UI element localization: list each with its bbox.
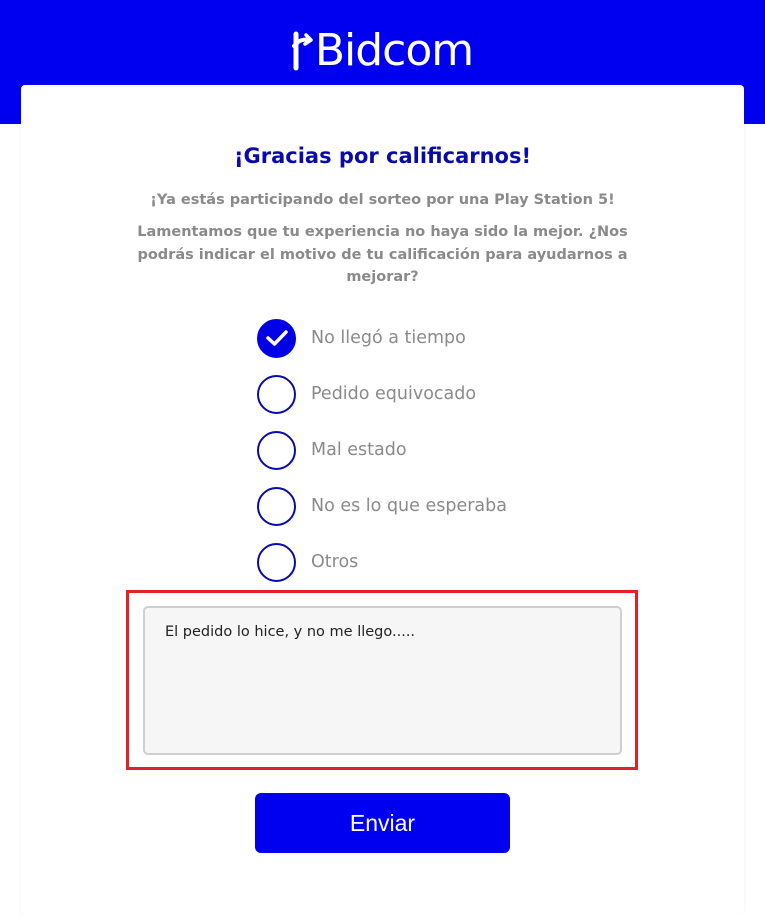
option-no-llego-a-tiempo[interactable]: No llegó a tiempo [257,318,657,358]
logo-text: Bidcom [314,24,474,76]
option-otros[interactable]: Otros [257,542,657,582]
submit-button[interactable]: Enviar [255,793,510,853]
bidcom-logo-mark-icon [291,28,314,72]
radio-checked[interactable] [257,318,296,358]
option-label: Pedido equivocado [311,384,477,404]
raffle-subtitle: ¡Ya estás participando del sorteo por un… [150,192,615,208]
option-no-es-lo-que-esperaba[interactable]: No es lo que esperaba [257,486,657,526]
radio-unchecked[interactable] [257,486,296,526]
radio-unchecked[interactable] [257,374,296,414]
radio-unchecked[interactable] [257,542,296,582]
radio-unchecked[interactable] [257,430,296,470]
check-icon [265,330,288,346]
comment-textarea[interactable]: El pedido lo hice, y no me llego..... [143,606,622,755]
option-mal-estado[interactable]: Mal estado [257,430,657,470]
reason-question: Lamentamos que tu experiencia no haya si… [137,224,628,285]
option-label: Mal estado [311,440,407,460]
bidcom-logo: Bidcom [0,22,765,78]
option-pedido-equivocado[interactable]: Pedido equivocado [257,374,657,414]
page-title: ¡Gracias por calificarnos! [233,144,532,168]
option-label: No llegó a tiempo [311,328,466,348]
reason-options: No llegó a tiempo Pedido equivocado Mal … [257,318,657,598]
option-label: No es lo que esperaba [311,496,507,516]
option-label: Otros [311,552,359,572]
